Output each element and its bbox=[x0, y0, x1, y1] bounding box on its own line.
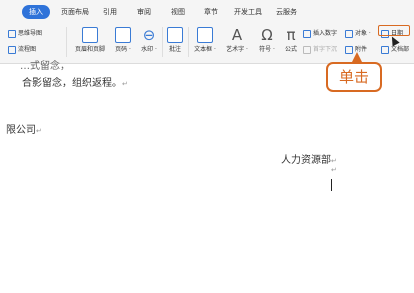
ribbon-separator bbox=[188, 27, 189, 57]
object-icon bbox=[345, 29, 353, 38]
callout-tail bbox=[352, 52, 362, 62]
click-callout: 单击 bbox=[326, 62, 382, 92]
paragraph-mark: ↵ bbox=[331, 157, 337, 165]
watermark-button[interactable]: ⊖ 水印 · bbox=[138, 27, 160, 61]
omega-symbol-icon: Ω bbox=[261, 26, 273, 44]
header-footer-button[interactable]: 页眉和页脚 bbox=[72, 27, 108, 61]
page-number-button[interactable]: 页码 · bbox=[112, 27, 134, 61]
tab-chapter[interactable]: 章节 bbox=[204, 6, 218, 18]
textbox-icon bbox=[197, 27, 213, 43]
paragraph-mark: ↵ bbox=[36, 127, 42, 135]
drop-cap-icon bbox=[303, 45, 311, 54]
formula-button[interactable]: π 公式 bbox=[281, 27, 301, 61]
doc-line-2: 合影留念，组织返程。↵ bbox=[22, 78, 128, 89]
tab-references[interactable]: 引用 bbox=[103, 6, 117, 18]
mindmap-icon bbox=[8, 29, 16, 38]
header-footer-icon bbox=[82, 27, 98, 43]
comment-button[interactable]: 批注 bbox=[166, 27, 184, 61]
mindmap-button[interactable]: 思维导图 bbox=[8, 28, 42, 39]
symbol-button[interactable]: Ω 符号 · bbox=[256, 27, 278, 61]
empty-paragraph-mark: ↵ bbox=[331, 166, 337, 174]
doc-parts-button[interactable]: 文档部 bbox=[381, 44, 409, 55]
textbox-button[interactable]: 文本框 · bbox=[192, 27, 218, 61]
tab-cloud[interactable]: 云服务 bbox=[276, 6, 297, 18]
tab-insert[interactable]: 插入 bbox=[22, 5, 50, 19]
doc-parts-icon bbox=[381, 45, 389, 54]
doc-line-3: 限公司↵ bbox=[6, 125, 42, 136]
ribbon-tab-bar: 插入 页面布局 引用 审阅 视图 章节 开发工具 云服务 bbox=[0, 0, 414, 23]
wordart-icon: A bbox=[231, 26, 243, 44]
doc-line-1: …式留念， bbox=[20, 61, 70, 72]
comment-icon bbox=[167, 27, 183, 43]
insert-number-icon bbox=[303, 29, 311, 38]
text-caret bbox=[331, 179, 332, 191]
tab-review[interactable]: 审阅 bbox=[137, 6, 151, 18]
tab-view[interactable]: 视图 bbox=[171, 6, 185, 18]
tab-developer[interactable]: 开发工具 bbox=[234, 6, 262, 18]
flowchart-button[interactable]: 流程图 bbox=[8, 44, 36, 55]
doc-line-4: 人力资源部↵ bbox=[281, 155, 337, 166]
ribbon-separator bbox=[162, 27, 163, 57]
tab-page-layout[interactable]: 页面布局 bbox=[61, 6, 89, 18]
paragraph-mark: ↵ bbox=[122, 80, 128, 88]
watermark-icon: ⊖ bbox=[142, 26, 156, 44]
ribbon-separator bbox=[66, 27, 67, 57]
page-number-icon bbox=[115, 27, 131, 43]
insert-number-button[interactable]: 插入数字 bbox=[303, 28, 337, 39]
pi-formula-icon: π bbox=[286, 26, 296, 44]
object-button[interactable]: 对象 · bbox=[345, 28, 371, 39]
wordart-button[interactable]: A 艺术字 · bbox=[222, 27, 252, 61]
first-letter-sink-button[interactable]: 首字下沉 bbox=[303, 44, 337, 55]
flowchart-icon bbox=[8, 45, 16, 54]
